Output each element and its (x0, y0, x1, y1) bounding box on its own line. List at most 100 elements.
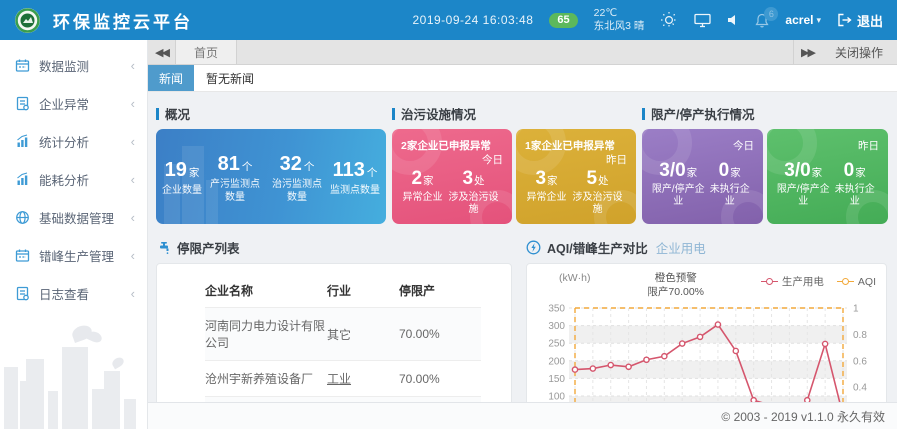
col-enterprise-name: 企业名称 (205, 274, 327, 308)
app-title: 环保监控云平台 (53, 8, 193, 33)
day-label: 昨日 (776, 139, 879, 154)
sidebar-item-data-monitoring[interactable]: 数据监测 ‹ (0, 46, 147, 84)
stat-value: 113 (333, 159, 365, 181)
section-aqi-compare: AQI/错峰生产对比 企业用电 (kW·h) 橙色预警 限产70.00% 生产用… (526, 238, 887, 415)
stat-abnormal-enterprises: 3家 异常企业 (527, 168, 567, 217)
day-label: 今日 (401, 153, 503, 168)
stat-label: 治污监测点数量 (268, 179, 326, 204)
tab-home[interactable]: 首页 (176, 40, 237, 64)
weather-info: 22℃ 东北风3 晴 (594, 7, 645, 33)
app-window: 环保监控云平台 2019-09-24 16:03:48 65 22℃ 东北风3 … (0, 0, 897, 429)
legend-item-aqi[interactable]: AQI (837, 276, 876, 288)
stat-label: 产污监测点数量 (206, 179, 264, 204)
aqi-line-chart[interactable]: 35030025020015010010.80.60.40.2 (529, 300, 875, 415)
aqi-panel-subtitle: 企业用电 (656, 238, 706, 257)
sidebar: 数据监测 ‹ 企业异常 ‹ 统计分析 ‹ 能耗分析 ‹ 基础数据管理 ‹ 错峰生… (0, 40, 148, 429)
skyline-decoration (0, 324, 147, 429)
aqi-chart-panel: (kW·h) 橙色预警 限产70.00% 生产用电 AQI 3503002502… (526, 263, 887, 415)
cell-enterprise-name: 河南同力电力设计有限公司 (205, 308, 327, 361)
bar-chart-icon (14, 171, 30, 187)
restrict-list-title: 停限产列表 (177, 238, 240, 257)
stat-value: 32 (280, 153, 302, 175)
sidebar-item-label: 基础数据管理 (39, 208, 131, 227)
sidebar-item-label: 能耗分析 (39, 170, 131, 189)
stat-label: 监测点数量 (330, 185, 380, 198)
stat-value: 19 (165, 159, 187, 181)
chevron-left-icon: ‹ (131, 58, 135, 73)
news-tab[interactable]: 新闻 (148, 65, 194, 91)
chevron-left-icon: ‹ (131, 248, 135, 263)
stat-unit: 个 (367, 167, 378, 179)
cell-industry: 工业 (327, 361, 399, 397)
overview-card: 19家 企业数量 81个 产污监测点数量 32个 治污监测点数量 (156, 129, 386, 224)
copyright-text: © 2003 - 2019 v1.1.0 永久有效 (721, 408, 885, 425)
close-operations-label: 关闭操作 (835, 44, 883, 61)
restrict-list-table: 企业名称 行业 停限产 河南同力电力设计有限公司 其它 70.00% (205, 274, 481, 410)
stat-abnormal-enterprises: 2家 异常企业 (403, 168, 443, 217)
sidebar-item-base-data[interactable]: 基础数据管理 ‹ (0, 198, 147, 236)
notification-count-badge: 6 (764, 7, 778, 21)
logout-button[interactable]: 退出 (837, 11, 883, 30)
legend-item-production-power[interactable]: 生产用电 (761, 274, 824, 289)
tab-home-label: 首页 (194, 44, 218, 61)
stat-noncompliant-enterprises: 0家 未执行企业 (830, 160, 879, 209)
file-icon (14, 285, 30, 301)
news-bar: 新闻 暂无新闻 (148, 65, 897, 92)
card-headline: 1家企业已申报异常 (525, 138, 627, 153)
file-icon (14, 95, 30, 111)
stat-enterprise-count: 19家 企业数量 (162, 159, 202, 198)
sidebar-item-log-view[interactable]: 日志查看 ‹ (0, 274, 147, 312)
sidebar-item-enterprise-anomaly[interactable]: 企业异常 ‹ (0, 84, 147, 122)
dashboard: 概况 19家 企业数量 81个 产污监测点数量 (148, 92, 897, 429)
table-row[interactable]: 沧州宇新养殖设备厂 工业 70.00% (205, 361, 481, 397)
restrict-list-panel: 企业名称 行业 停限产 河南同力电力设计有限公司 其它 70.00% (156, 263, 512, 410)
tab-strip: ◀◀ 首页 ▶▶ 关闭操作 (148, 40, 897, 65)
title-marker (156, 108, 159, 120)
svg-text:250: 250 (548, 339, 565, 350)
chart-legend: 生产用电 AQI (761, 272, 876, 289)
annotation-line1: 橙色预警 (591, 272, 761, 286)
top-bar: 环保监控云平台 2019-09-24 16:03:48 65 22℃ 东北风3 … (0, 0, 897, 40)
user-menu[interactable]: acrel ▾ (785, 13, 821, 27)
stat-involved-facilities: 5处 涉及治污设施 (570, 168, 626, 217)
stat-restricted-enterprises: 3/0家 限产/停产企业 (776, 160, 830, 209)
scroll-tabs-left-icon[interactable]: ◀◀ (148, 40, 176, 64)
bell-icon[interactable]: 6 (755, 13, 769, 28)
y-axis-unit-label: (kW·h) (559, 272, 591, 284)
scroll-tabs-right-icon[interactable]: ▶▶ (793, 40, 821, 64)
speaker-icon[interactable] (727, 14, 739, 26)
treatment-card-yesterday: 1家企业已申报异常 昨日 3家 异常企业 5处 涉及治污设施 (516, 129, 636, 224)
overview-title: 概况 (165, 104, 190, 123)
sidebar-item-peak-production[interactable]: 错峰生产管理 ‹ (0, 236, 147, 274)
svg-text:0.8: 0.8 (853, 330, 867, 341)
col-industry: 行业 (327, 274, 399, 308)
temperature: 22℃ (594, 7, 645, 20)
cell-restriction: 70.00% (399, 361, 481, 397)
monitor-icon[interactable] (694, 13, 711, 28)
svg-text:0.4: 0.4 (853, 383, 867, 394)
stat-unit: 家 (189, 167, 200, 179)
lightning-circle-icon (526, 240, 541, 255)
sidebar-item-label: 企业异常 (39, 94, 131, 113)
stat-involved-facilities: 3处 涉及治污设施 (446, 168, 502, 217)
main-content: ◀◀ 首页 ▶▶ 关闭操作 新闻 暂无新闻 概况 (148, 40, 897, 429)
chevron-left-icon: ‹ (131, 134, 135, 149)
svg-text:200: 200 (548, 356, 565, 367)
username: acrel (785, 13, 813, 27)
stat-pollution-points: 81个 产污监测点数量 (206, 153, 264, 204)
section-production-restriction: 限产/停产执行情况 今日 3/0家 限产/停产企业 (642, 104, 889, 224)
faucet-icon (156, 240, 171, 255)
wind-condition: 东北风3 晴 (594, 20, 645, 33)
sidebar-item-energy-analysis[interactable]: 能耗分析 ‹ (0, 160, 147, 198)
sidebar-item-statistics[interactable]: 统计分析 ‹ (0, 122, 147, 160)
globe-icon (14, 209, 30, 225)
svg-text:100: 100 (548, 392, 565, 403)
close-operations-menu[interactable]: 关闭操作 (821, 40, 897, 64)
svg-text:0.6: 0.6 (853, 356, 867, 367)
sidebar-item-label: 统计分析 (39, 132, 131, 151)
section-overview: 概况 19家 企业数量 81个 产污监测点数量 (156, 104, 386, 224)
stat-treatment-points: 32个 治污监测点数量 (268, 153, 326, 204)
col-restriction: 停限产 (399, 274, 481, 308)
title-marker (642, 108, 645, 120)
table-row[interactable]: 河南同力电力设计有限公司 其它 70.00% (205, 308, 481, 361)
